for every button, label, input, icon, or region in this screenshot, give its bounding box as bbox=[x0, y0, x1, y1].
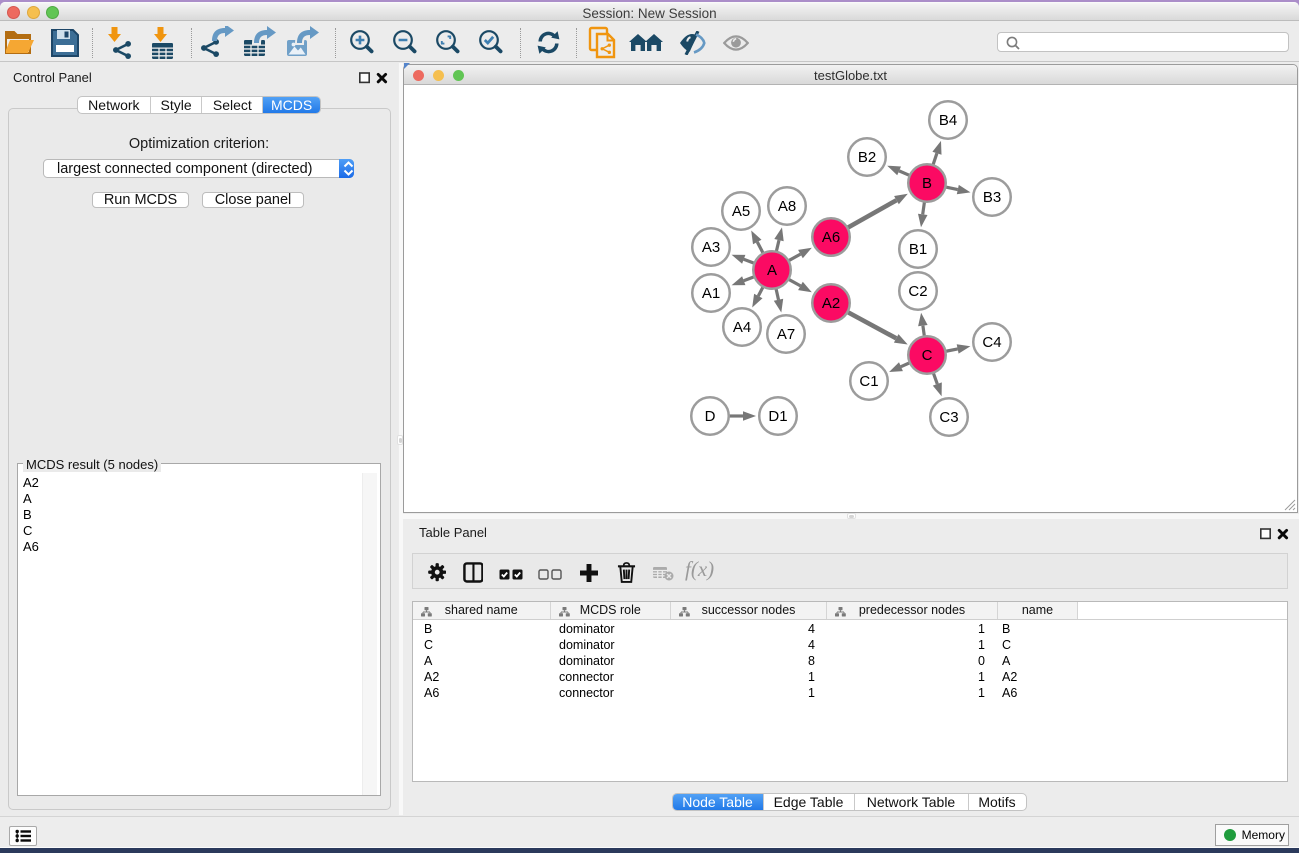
svg-text:C1: C1 bbox=[859, 373, 878, 390]
svg-text:A8: A8 bbox=[778, 198, 796, 215]
svg-text:B2: B2 bbox=[858, 149, 876, 166]
svg-text:B3: B3 bbox=[983, 189, 1001, 206]
svg-text:A1: A1 bbox=[702, 285, 720, 302]
svg-text:A: A bbox=[767, 262, 777, 279]
svg-text:A5: A5 bbox=[732, 203, 750, 220]
svg-text:A6: A6 bbox=[822, 229, 840, 246]
svg-text:C3: C3 bbox=[939, 409, 958, 426]
svg-text:D1: D1 bbox=[768, 408, 787, 425]
svg-text:A3: A3 bbox=[702, 239, 720, 256]
svg-text:B4: B4 bbox=[939, 112, 957, 129]
svg-text:A4: A4 bbox=[733, 319, 751, 336]
svg-text:C: C bbox=[922, 347, 933, 364]
svg-text:C4: C4 bbox=[982, 334, 1001, 351]
svg-text:C2: C2 bbox=[908, 283, 927, 300]
svg-text:D: D bbox=[705, 408, 716, 425]
svg-text:B: B bbox=[922, 175, 932, 192]
svg-text:B1: B1 bbox=[909, 241, 927, 258]
svg-text:A7: A7 bbox=[777, 326, 795, 343]
svg-text:A2: A2 bbox=[822, 295, 840, 312]
